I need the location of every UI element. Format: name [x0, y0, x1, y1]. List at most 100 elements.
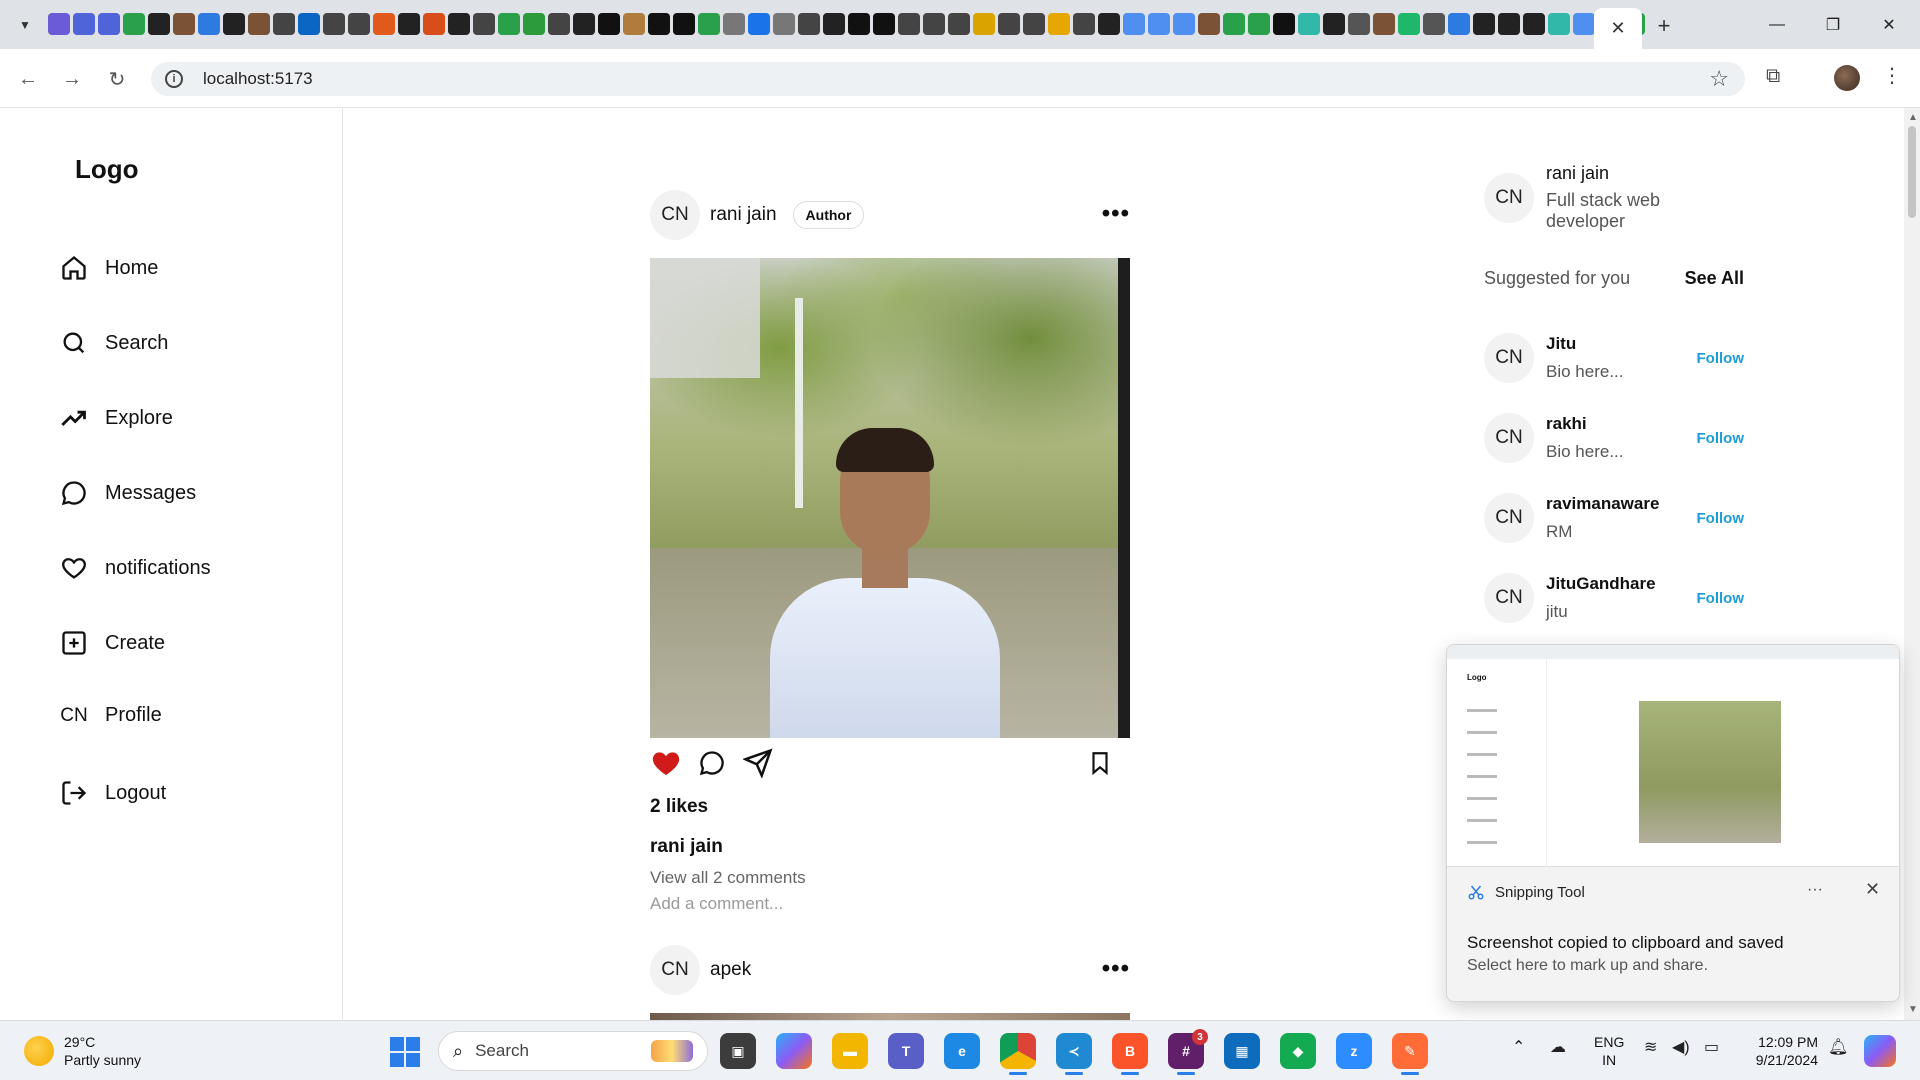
site-info-icon[interactable]: i: [165, 70, 183, 88]
onedrive-icon[interactable]: ☁: [1550, 1037, 1566, 1057]
pinned-tab-favicon[interactable]: [523, 13, 545, 35]
pinned-tab-favicon[interactable]: [1373, 13, 1395, 35]
copilot-icon[interactable]: [776, 1033, 812, 1069]
pinned-tab-favicon[interactable]: [1198, 13, 1220, 35]
suggestion-avatar[interactable]: CN: [1484, 573, 1534, 623]
view-comments-link[interactable]: View all 2 comments: [650, 868, 1130, 888]
pinned-tab-favicon[interactable]: [573, 13, 595, 35]
wifi-icon[interactable]: ≋: [1644, 1037, 1657, 1057]
pinned-tab-favicon[interactable]: [698, 13, 720, 35]
pinned-tab-favicon[interactable]: [1073, 13, 1095, 35]
suggestion-row[interactable]: CN Jitu Bio here... Follow: [1484, 333, 1744, 383]
pinned-tab-favicon[interactable]: [1523, 13, 1545, 35]
pinned-tab-favicon[interactable]: [423, 13, 445, 35]
pinned-tab-favicon[interactable]: [1048, 13, 1070, 35]
post-image[interactable]: [650, 1013, 1130, 1020]
pinned-tab-favicon[interactable]: [248, 13, 270, 35]
toast-more-icon[interactable]: ···: [1807, 881, 1823, 899]
pinned-tab-favicon[interactable]: [848, 13, 870, 35]
notification-bell-icon[interactable]: 🔔︎: [1828, 1037, 1848, 1057]
pinned-tab-favicon[interactable]: [873, 13, 895, 35]
pinned-tab-favicon[interactable]: [1573, 13, 1595, 35]
store-icon[interactable]: ▦: [1224, 1033, 1260, 1069]
sidebar-item-profile[interactable]: CN Profile: [60, 704, 161, 727]
pinned-tab-favicon[interactable]: [198, 13, 220, 35]
post-more-icon[interactable]: •••: [1102, 955, 1130, 983]
suggestion-avatar[interactable]: CN: [1484, 493, 1534, 543]
pinned-tab-favicon[interactable]: [798, 13, 820, 35]
window-close-button[interactable]: ✕: [1866, 10, 1912, 40]
slack-icon[interactable]: #3: [1168, 1029, 1208, 1075]
scroll-up-icon[interactable]: ▲: [1908, 112, 1918, 123]
taskbar-search[interactable]: ⌕ Search: [438, 1031, 708, 1071]
restore-button[interactable]: ❐: [1810, 10, 1856, 40]
sidebar-item-explore[interactable]: Explore: [60, 404, 173, 432]
copilot-preview-icon[interactable]: [1864, 1035, 1896, 1067]
task-view-icon[interactable]: ▣: [720, 1033, 756, 1069]
extensions-icon[interactable]: ⧉: [1766, 65, 1780, 88]
page-scrollbar[interactable]: ▲ ▼: [1904, 108, 1920, 1020]
sidebar-item-search[interactable]: Search: [60, 329, 168, 357]
zoom-icon[interactable]: z: [1336, 1033, 1372, 1069]
pinned-tab-favicon[interactable]: [148, 13, 170, 35]
pinned-tab-favicon[interactable]: [1548, 13, 1570, 35]
pinned-tab-favicon[interactable]: [923, 13, 945, 35]
current-user-avatar[interactable]: CN: [1484, 172, 1534, 223]
suggestion-name[interactable]: ravimanaware: [1546, 494, 1659, 514]
mongodb-icon[interactable]: ◆: [1280, 1033, 1316, 1069]
pinned-tab-favicon[interactable]: [948, 13, 970, 35]
pinned-tab-favicon[interactable]: [1448, 13, 1470, 35]
language-indicator[interactable]: ENG IN: [1594, 1033, 1624, 1069]
pinned-tab-favicon[interactable]: [998, 13, 1020, 35]
tab-close-icon[interactable]: ✕: [1610, 18, 1625, 39]
like-icon[interactable]: [650, 747, 682, 779]
snipping-toast[interactable]: Logo Snipping Tool ··· ✕ Screenshot copi…: [1446, 644, 1900, 1002]
profile-avatar[interactable]: [1834, 65, 1860, 91]
post-username[interactable]: apek: [710, 959, 751, 981]
battery-icon[interactable]: ▭: [1704, 1037, 1719, 1057]
sidebar-item-create[interactable]: Create: [60, 629, 165, 657]
file-explorer-icon[interactable]: ▬: [832, 1033, 868, 1069]
post-avatar[interactable]: CN: [650, 190, 700, 240]
clock[interactable]: 12:09 PM 9/21/2024: [1738, 1033, 1818, 1069]
minimize-button[interactable]: —: [1754, 10, 1800, 40]
pinned-tab-favicon[interactable]: [548, 13, 570, 35]
toast-close-icon[interactable]: ✕: [1865, 879, 1880, 900]
bookmark-star-icon[interactable]: ☆: [1709, 66, 1729, 92]
tab-search-button[interactable]: ▼: [12, 12, 38, 38]
bookmark-icon[interactable]: [1084, 747, 1116, 779]
sidebar-item-notifications[interactable]: notifications: [60, 554, 211, 582]
pinned-tab-favicon[interactable]: [723, 13, 745, 35]
pinned-tab-favicon[interactable]: [673, 13, 695, 35]
follow-button[interactable]: Follow: [1697, 590, 1745, 607]
pinned-tab-favicon[interactable]: [373, 13, 395, 35]
see-all-link[interactable]: See All: [1685, 268, 1744, 289]
pinned-tab-favicon[interactable]: [1123, 13, 1145, 35]
active-tab[interactable]: ✕: [1594, 8, 1642, 49]
pinned-tab-favicon[interactable]: [298, 13, 320, 35]
pinned-tab-favicon[interactable]: [648, 13, 670, 35]
reload-icon[interactable]: ↻: [103, 65, 131, 93]
suggestion-avatar[interactable]: CN: [1484, 413, 1534, 463]
brave-icon[interactable]: B: [1112, 1033, 1148, 1075]
scroll-thumb[interactable]: [1908, 126, 1916, 218]
pinned-tab-favicon[interactable]: [1098, 13, 1120, 35]
volume-icon[interactable]: ◀): [1672, 1037, 1690, 1057]
new-tab-button[interactable]: +: [1650, 12, 1678, 40]
pinned-tab-favicon[interactable]: [323, 13, 345, 35]
pinned-tab-favicon[interactable]: [173, 13, 195, 35]
scroll-down-icon[interactable]: ▼: [1908, 1004, 1918, 1015]
comment-icon[interactable]: [696, 747, 728, 779]
screenshot-thumbnail[interactable]: Logo: [1447, 645, 1899, 867]
pinned-tab-favicon[interactable]: [348, 13, 370, 35]
teams-icon[interactable]: T: [888, 1033, 924, 1069]
suggestion-name[interactable]: JituGandhare: [1546, 574, 1656, 594]
pinned-tab-favicon[interactable]: [1173, 13, 1195, 35]
suggestion-row[interactable]: CN ravimanaware RM Follow: [1484, 493, 1744, 543]
pinned-tab-favicon[interactable]: [1023, 13, 1045, 35]
post-image[interactable]: [650, 258, 1130, 738]
post-avatar[interactable]: CN: [650, 945, 700, 995]
edge-icon[interactable]: e: [944, 1033, 980, 1069]
pinned-tab-favicon[interactable]: [123, 13, 145, 35]
pinned-tab-favicon[interactable]: [898, 13, 920, 35]
